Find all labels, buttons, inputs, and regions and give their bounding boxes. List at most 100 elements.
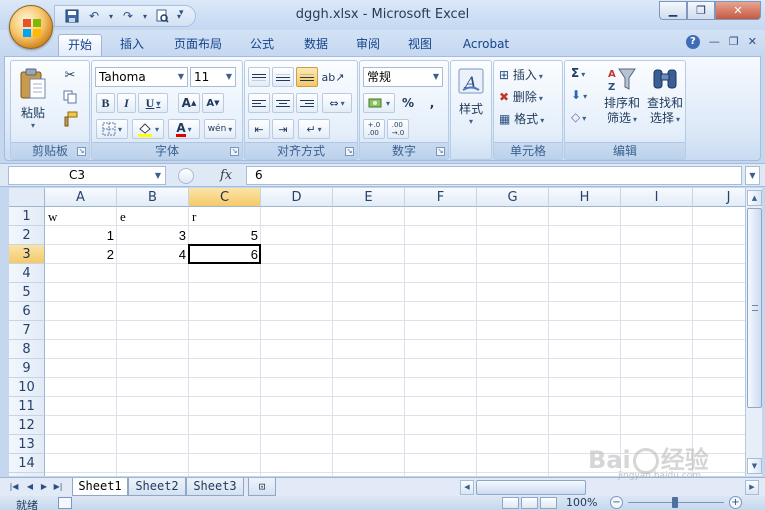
zoom-out-button[interactable]: −	[610, 496, 623, 509]
tab-home[interactable]: 开始	[58, 34, 102, 56]
cell-b3[interactable]: 4	[117, 245, 189, 264]
align-top-button[interactable]	[248, 67, 270, 87]
worksheet-grid[interactable]: ABCDEFGHIJ 123456789101112131415 wer1352…	[9, 188, 745, 476]
scroll-down-button[interactable]: ▼	[747, 458, 762, 474]
insert-sheet-button[interactable]: ⊡	[248, 478, 276, 496]
align-bottom-button[interactable]	[296, 67, 318, 87]
first-sheet-icon[interactable]: |◀	[8, 480, 20, 494]
formula-input[interactable]: 6	[246, 166, 742, 185]
styles-button[interactable]: A 样式 ▾	[453, 65, 489, 135]
clipboard-launcher-icon[interactable]: ↘	[77, 147, 86, 156]
expand-formula-bar-button[interactable]: ▼	[745, 166, 760, 185]
row-header-8[interactable]: 8	[9, 340, 45, 359]
find-select-button[interactable]: 查找和 选择 ▾	[645, 65, 685, 137]
increase-decimal-button[interactable]: +.0.00	[363, 119, 385, 139]
insert-cells-button[interactable]: ⊞ 插入 ▾	[499, 66, 543, 83]
column-header-g[interactable]: G	[477, 188, 549, 207]
column-header-c[interactable]: C	[189, 188, 261, 207]
tab-view[interactable]: 视图	[398, 34, 442, 56]
percent-button[interactable]: %	[397, 93, 419, 113]
page-break-view-button[interactable]	[540, 497, 557, 509]
phonetic-button[interactable]: wén ▾	[204, 119, 236, 139]
ribbon-minimize-icon[interactable]: —	[709, 35, 720, 49]
insert-function-button[interactable]: fx	[220, 168, 232, 183]
column-header-h[interactable]: H	[549, 188, 621, 207]
column-header-f[interactable]: F	[405, 188, 477, 207]
italic-button[interactable]: I	[117, 93, 136, 113]
zoom-slider-thumb[interactable]	[672, 497, 678, 508]
column-header-a[interactable]: A	[45, 188, 117, 207]
merge-center-button[interactable]: ⇔ ▾	[322, 93, 352, 113]
tab-page-layout[interactable]: 页面布局	[164, 34, 232, 56]
tab-acrobat[interactable]: Acrobat	[452, 34, 520, 56]
cell-c3[interactable]: 6	[189, 245, 261, 264]
row-header-2[interactable]: 2	[9, 226, 45, 245]
tab-formulas[interactable]: 公式	[240, 34, 284, 56]
row-header-7[interactable]: 7	[9, 321, 45, 340]
name-box[interactable]: C3 ▼	[8, 166, 166, 185]
row-header-6[interactable]: 6	[9, 302, 45, 321]
column-header-d[interactable]: D	[261, 188, 333, 207]
font-name-combo[interactable]: Tahoma ▼	[95, 67, 188, 87]
number-launcher-icon[interactable]: ↘	[436, 147, 445, 156]
borders-button[interactable]: ▾	[96, 119, 128, 139]
decrease-indent-button[interactable]: ⇤	[248, 119, 270, 139]
row-header-1[interactable]: 1	[9, 207, 45, 226]
zoom-in-button[interactable]: +	[729, 496, 742, 509]
row-header-15[interactable]: 15	[9, 473, 45, 476]
row-header-5[interactable]: 5	[9, 283, 45, 302]
scroll-left-button[interactable]: ◀	[460, 480, 474, 495]
cell-b1[interactable]: e	[117, 207, 189, 226]
vertical-scrollbar[interactable]: ▲ ▼	[745, 188, 762, 476]
close-button[interactable]: ✕	[715, 1, 761, 20]
sheet-tab-sheet1[interactable]: Sheet1	[72, 478, 128, 496]
format-cells-button[interactable]: ▦ 格式 ▾	[499, 110, 544, 127]
row-header-12[interactable]: 12	[9, 416, 45, 435]
row-header-3[interactable]: 3	[9, 245, 45, 264]
paste-button[interactable]: 粘贴 ▾	[15, 65, 51, 137]
cell-b2[interactable]: 3	[117, 226, 189, 245]
maximize-button[interactable]: ❐	[687, 1, 715, 20]
wrap-text-button[interactable]: ↵ ▾	[298, 119, 330, 139]
cell-c1[interactable]: r	[189, 207, 261, 226]
ribbon-close-icon[interactable]: ✕	[748, 35, 757, 49]
row-header-11[interactable]: 11	[9, 397, 45, 416]
row-header-14[interactable]: 14	[9, 454, 45, 473]
underline-button[interactable]: U ▾	[138, 93, 168, 113]
column-header-i[interactable]: I	[621, 188, 693, 207]
font-size-combo[interactable]: 11 ▼	[190, 67, 236, 87]
currency-button[interactable]: ▾	[363, 93, 395, 113]
shrink-font-button[interactable]: A ▼	[202, 93, 224, 113]
vertical-scroll-thumb[interactable]	[747, 208, 762, 408]
zoom-level[interactable]: 100%	[566, 496, 597, 509]
minimize-button[interactable]: ▁	[659, 1, 687, 20]
autosum-button[interactable]: Σ ▾	[571, 66, 585, 80]
comma-button[interactable]: ,	[421, 93, 443, 113]
sheet-tab-sheet3[interactable]: Sheet3	[186, 478, 244, 496]
grow-font-button[interactable]: A ▲	[178, 93, 200, 113]
horizontal-scrollbar[interactable]: ◀ ▶	[452, 480, 759, 495]
cell-c2[interactable]: 5	[189, 226, 261, 245]
align-middle-button[interactable]	[272, 67, 294, 87]
align-center-button[interactable]	[272, 93, 294, 113]
row-header-9[interactable]: 9	[9, 359, 45, 378]
column-header-j[interactable]: J	[693, 188, 745, 207]
increase-indent-button[interactable]: ⇥	[272, 119, 294, 139]
cell-a2[interactable]: 1	[45, 226, 117, 245]
next-sheet-icon[interactable]: ▶	[38, 480, 50, 494]
format-painter-button[interactable]	[59, 109, 81, 129]
align-right-button[interactable]	[296, 93, 318, 113]
row-header-4[interactable]: 4	[9, 264, 45, 283]
normal-view-button[interactable]	[502, 497, 519, 509]
select-all-corner[interactable]	[9, 188, 45, 207]
alignment-launcher-icon[interactable]: ↘	[345, 147, 354, 156]
ribbon-restore-icon[interactable]: ❐	[729, 35, 739, 49]
delete-cells-button[interactable]: ✖ 删除 ▾	[499, 88, 543, 105]
help-icon[interactable]: ?	[685, 35, 700, 49]
last-sheet-icon[interactable]: ▶|	[52, 480, 64, 494]
sort-filter-button[interactable]: A Z 排序和 筛选 ▾	[601, 65, 643, 137]
tab-data[interactable]: 数据	[294, 34, 338, 56]
clear-button[interactable]: ◇ ▾	[571, 110, 586, 124]
tab-insert[interactable]: 插入	[110, 34, 154, 56]
page-layout-view-button[interactable]	[521, 497, 538, 509]
